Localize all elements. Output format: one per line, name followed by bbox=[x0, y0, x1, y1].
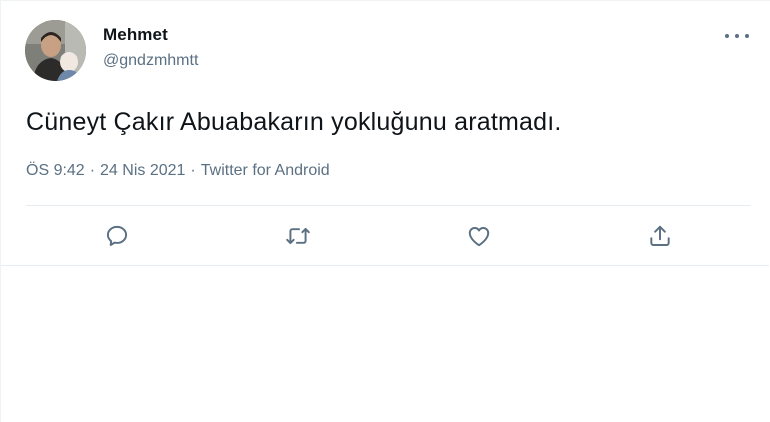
action-bar bbox=[1, 219, 769, 253]
avatar-photo bbox=[25, 20, 86, 81]
more-icon[interactable] bbox=[723, 29, 751, 43]
tweet-client[interactable]: Twitter for Android bbox=[201, 162, 330, 179]
like-button[interactable] bbox=[462, 219, 496, 253]
more-dot bbox=[725, 34, 729, 38]
more-dot bbox=[745, 34, 749, 38]
tweet-date[interactable]: 24 Nis 2021 bbox=[100, 162, 185, 179]
reply-icon bbox=[106, 225, 128, 246]
avatar[interactable] bbox=[25, 20, 86, 81]
share-icon bbox=[650, 225, 670, 246]
meta-separator: · bbox=[89, 162, 96, 179]
reply-button[interactable] bbox=[100, 219, 134, 253]
tweet-time[interactable]: ÖS 9:42 bbox=[26, 162, 85, 179]
page: Mehmet @gndzmhmtt Cüneyt Çakır Abuabakar… bbox=[0, 0, 770, 422]
tweet[interactable]: Mehmet @gndzmhmtt Cüneyt Çakır Abuabakar… bbox=[1, 1, 769, 266]
share-button[interactable] bbox=[643, 219, 677, 253]
divider bbox=[26, 205, 751, 206]
retweet-icon bbox=[286, 227, 310, 245]
retweet-button[interactable] bbox=[281, 219, 315, 253]
more-dot bbox=[735, 34, 739, 38]
like-icon bbox=[468, 227, 490, 247]
author-display-name[interactable]: Mehmet bbox=[103, 25, 168, 45]
meta-separator: · bbox=[190, 162, 196, 179]
author-handle[interactable]: @gndzmhmtt bbox=[103, 52, 198, 70]
tweet-meta: ÖS 9:42 · 24 Nis 2021 · Twitter for Android bbox=[26, 162, 330, 180]
tweet-text: Cüneyt Çakır Abuabakarın yokluğunu aratm… bbox=[26, 108, 562, 136]
